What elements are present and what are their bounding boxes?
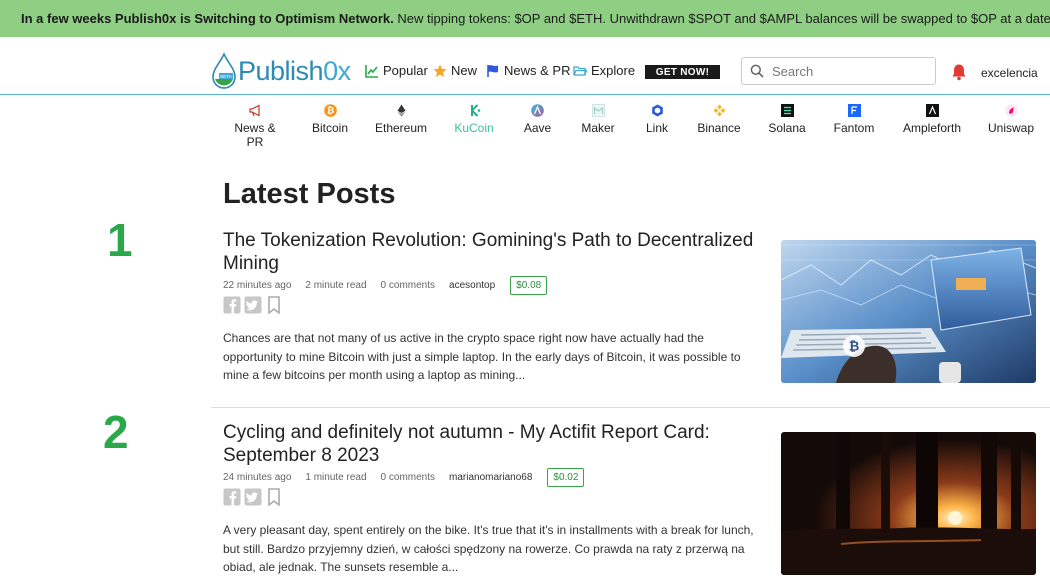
nav-new[interactable]: New <box>433 63 477 78</box>
category-label: Uniswap <box>987 121 1035 135</box>
logo-badge: BETA <box>220 74 231 79</box>
category-bitcoin[interactable]: ₿ Bitcoin <box>305 100 355 135</box>
category-label: Ethereum <box>374 121 428 135</box>
banner-text: In a few weeks Publish0x is Switching to… <box>21 11 1050 26</box>
banner-rest: New tipping tokens: $OP and $ETH. Unwith… <box>397 11 1050 26</box>
category-label: KuCoin <box>454 121 494 135</box>
bitcoin-icon: ₿ <box>323 104 337 117</box>
tip-badge: $0.02 <box>547 468 585 487</box>
search-icon <box>750 64 764 78</box>
category-label: Ampleforth <box>902 121 962 135</box>
post-read-time: 2 minute read <box>305 280 367 291</box>
svg-text:₿: ₿ <box>849 339 860 354</box>
category-fantom[interactable]: Fantom <box>832 100 876 135</box>
post-divider <box>211 407 1050 408</box>
announcement-banner[interactable]: In a few weeks Publish0x is Switching to… <box>0 0 1050 37</box>
post-read-time: 1 minute read <box>305 472 367 483</box>
folder-open-icon <box>573 65 587 76</box>
user-name[interactable]: excelencia <box>981 66 1038 80</box>
site-header: BETA Publish0x Popular New News & PR Exp… <box>0 37 1050 95</box>
tip-badge: $0.08 <box>510 276 548 295</box>
post-title[interactable]: The Tokenization Revolution: Gomining's … <box>223 229 763 275</box>
search-box[interactable] <box>741 57 936 85</box>
uniswap-icon <box>1004 104 1018 117</box>
page-title: Latest Posts <box>223 178 396 210</box>
category-maker[interactable]: Maker <box>578 100 618 135</box>
post-time: 24 minutes ago <box>223 472 292 483</box>
category-label: Fantom <box>833 121 875 135</box>
bookmark-icon[interactable] <box>265 488 283 506</box>
nav-popular-label: Popular <box>383 63 428 78</box>
star-icon <box>433 64 447 77</box>
post-meta: 22 minutes ago 2 minute read 0 comments … <box>223 276 561 295</box>
post-comments[interactable]: 0 comments <box>381 280 435 291</box>
category-link[interactable]: Link <box>642 100 672 135</box>
maker-icon <box>591 104 605 117</box>
ethereum-icon <box>397 104 405 117</box>
share-buttons <box>223 488 283 506</box>
post-time: 22 minutes ago <box>223 280 292 291</box>
sunset-trees-image <box>781 432 1036 575</box>
post-comments[interactable]: 0 comments <box>381 472 435 483</box>
post-title[interactable]: Cycling and definitely not autumn - My A… <box>223 421 763 467</box>
facebook-icon[interactable] <box>223 488 241 506</box>
nav-explore-label: Explore <box>591 63 636 78</box>
post-author[interactable]: marianomariano68 <box>449 472 532 483</box>
post-author[interactable]: acesontop <box>449 280 495 291</box>
svg-text:₿: ₿ <box>326 106 333 116</box>
category-ampleforth[interactable]: Ampleforth <box>900 100 964 135</box>
post-thumbnail[interactable]: ₿ <box>781 240 1036 383</box>
kucoin-icon <box>470 104 480 117</box>
nav-new-label: New <box>451 63 478 78</box>
get-now-button[interactable]: GET NOW! <box>645 65 720 79</box>
solana-icon <box>780 104 794 117</box>
logo[interactable]: BETA Publish0x <box>211 51 351 91</box>
bell-icon[interactable] <box>950 63 968 81</box>
category-label: Maker <box>581 121 615 135</box>
logo-text-0x: 0x <box>323 55 351 86</box>
megaphone-icon <box>248 104 260 117</box>
logo-text-publish: Publish <box>238 55 324 86</box>
nav-explore[interactable]: Explore <box>573 63 635 78</box>
post-excerpt: Chances are that not many of us active i… <box>223 331 741 382</box>
twitter-icon[interactable] <box>244 488 262 506</box>
post-rank: 1 <box>107 214 133 266</box>
category-label: Binance <box>697 121 741 135</box>
ampleforth-icon <box>925 104 939 117</box>
search-input[interactable] <box>772 63 922 79</box>
chainlink-icon <box>651 104 663 117</box>
category-label: News & PR <box>234 121 276 149</box>
category-label: Solana <box>768 121 806 135</box>
share-buttons <box>223 296 283 314</box>
banner-bold: In a few weeks Publish0x is Switching to… <box>21 11 394 26</box>
category-solana[interactable]: Solana <box>766 100 808 135</box>
category-label: Link <box>645 121 668 135</box>
category-aave[interactable]: Aave <box>520 100 555 135</box>
nav-news[interactable]: News & PR <box>486 63 570 78</box>
twitter-icon[interactable] <box>244 296 262 314</box>
category-label: Bitcoin <box>311 121 349 135</box>
category-label: Aave <box>523 121 552 135</box>
flag-icon <box>487 64 498 77</box>
post-excerpt: A very pleasant day, spent entirely on t… <box>223 523 754 574</box>
binance-icon <box>713 104 725 117</box>
post-meta: 24 minutes ago 1 minute read 0 comments … <box>223 468 598 487</box>
drop-logo-icon: BETA <box>212 53 236 89</box>
nav-news-label: News & PR <box>504 63 571 78</box>
category-binance[interactable]: Binance <box>696 100 742 135</box>
category-kucoin[interactable]: KuCoin <box>450 100 498 135</box>
category-uniswap[interactable]: Uniswap <box>986 100 1036 135</box>
post-rank: 2 <box>103 406 129 458</box>
aave-icon <box>531 104 544 117</box>
facebook-icon[interactable] <box>223 296 241 314</box>
crypto-laptop-image: ₿ <box>781 240 1036 383</box>
post-thumbnail[interactable] <box>781 432 1036 575</box>
category-ethereum[interactable]: Ethereum <box>373 100 429 135</box>
nav-popular[interactable]: Popular <box>365 63 428 78</box>
logo-text: Publish0x <box>238 56 351 87</box>
bookmark-icon[interactable] <box>265 296 283 314</box>
category-news-pr[interactable]: News & PR <box>225 100 285 149</box>
chart-line-icon <box>365 64 378 78</box>
fantom-icon <box>847 104 861 117</box>
